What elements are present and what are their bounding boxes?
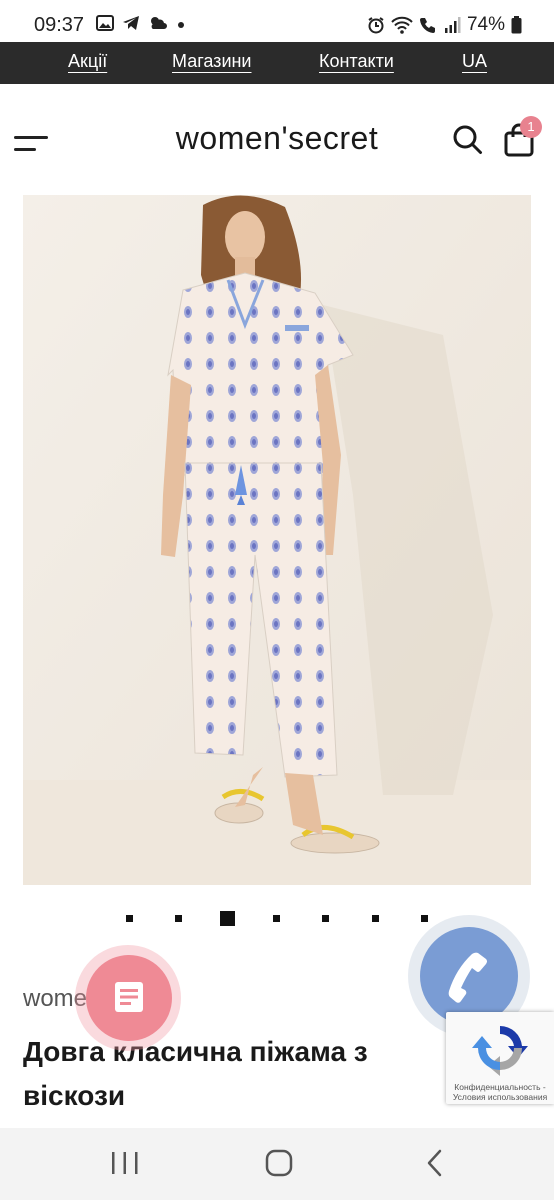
battery-level: 74% (466, 14, 505, 35)
recaptcha-logo-icon (472, 1025, 528, 1076)
document-icon (115, 982, 143, 1012)
signal-icon (444, 17, 461, 33)
wifi-icon (391, 16, 413, 34)
product-image[interactable] (23, 195, 531, 885)
recaptcha-links[interactable]: Конфиденциальность - Условия использован… (446, 1082, 554, 1102)
cart-count-badge: 1 (520, 116, 542, 138)
telegram-icon (123, 16, 139, 30)
wifi-call-icon (419, 18, 435, 33)
document-button[interactable] (86, 955, 172, 1041)
phone-button[interactable] (420, 927, 518, 1025)
recaptcha-privacy[interactable]: Конфиденциальность - (446, 1082, 554, 1092)
nav-link-stores[interactable]: Магазини (172, 51, 252, 72)
weather-icon (151, 17, 167, 29)
recaptcha-badge[interactable]: Конфиденциальность - Условия использован… (446, 1012, 554, 1104)
dot-icon (178, 22, 184, 28)
top-nav: Акції Магазини Контакти UA (0, 42, 554, 84)
phone-icon (448, 952, 487, 1003)
product-title: Довга класична піжама з віскози (23, 1036, 368, 1111)
back-icon[interactable] (420, 1146, 450, 1180)
carousel-dot[interactable] (322, 915, 329, 922)
carousel-dot[interactable] (421, 915, 428, 922)
nav-link-language[interactable]: UA (462, 51, 487, 72)
recent-apps-icon[interactable] (108, 1148, 142, 1178)
nav-link-contacts[interactable]: Контакти (319, 51, 394, 72)
search-icon[interactable] (452, 124, 484, 156)
recaptcha-terms[interactable]: Условия использования (446, 1092, 554, 1102)
carousel-dot[interactable] (273, 915, 280, 922)
status-time: 09:37 (34, 14, 85, 36)
product-photo (23, 195, 531, 885)
status-bar: 09:37 74% (0, 0, 554, 42)
system-nav-bar (0, 1128, 554, 1200)
carousel-dot[interactable] (175, 915, 182, 922)
nav-link-promotions[interactable]: Акції (68, 51, 107, 72)
carousel-dot-active[interactable] (220, 911, 235, 926)
battery-icon (511, 16, 522, 34)
site-header: women'secret 1 (0, 84, 554, 194)
alarm-icon (368, 17, 384, 34)
carousel-dot[interactable] (372, 915, 379, 922)
image-icon (96, 15, 114, 31)
home-icon[interactable] (262, 1146, 296, 1180)
carousel-dot[interactable] (126, 915, 133, 922)
